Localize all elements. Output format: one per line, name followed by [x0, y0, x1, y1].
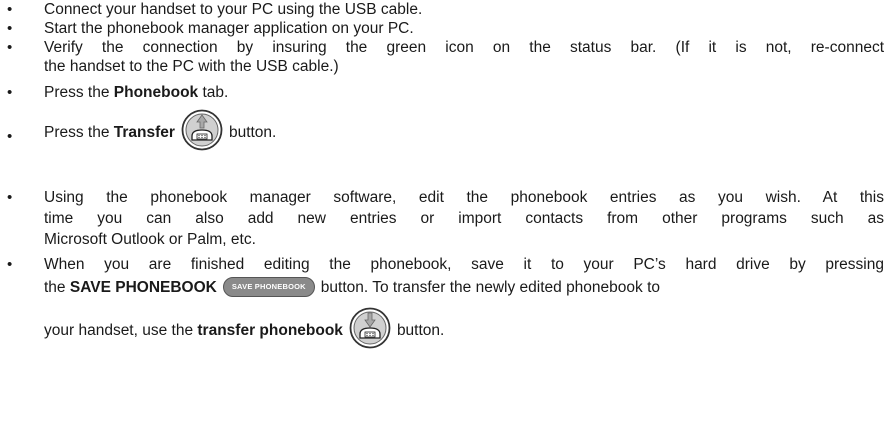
step-text: your handset, use the — [44, 321, 198, 339]
save-phonebook-label: SAVE PHONEBOOK — [69, 278, 217, 296]
step-text: tab. — [198, 84, 229, 101]
step-save-line-2: the SAVE PHONEBOOK SAVE PHONEBOOK button… — [44, 274, 884, 300]
transfer-phonebook-label: transfer phonebook — [197, 321, 343, 339]
step-connect-usb: Connect your handset to your PC using th… — [44, 1, 423, 18]
step-text: button. — [396, 321, 445, 339]
step-start-manager: Start the phonebook manager application … — [44, 20, 414, 37]
transfer-phone-up-icon — [181, 109, 223, 156]
step-verify-line-2: the handset to the PC with the USB cable… — [44, 58, 339, 75]
bullet: • — [7, 128, 13, 145]
step-text: the — [44, 278, 70, 296]
bullet: • — [7, 39, 13, 56]
bullet: • — [7, 20, 13, 37]
transfer-label: Transfer — [113, 123, 175, 141]
step-edit-line-2: time you can also add new entries or imp… — [44, 210, 884, 227]
step-save-line-3: your handset, use the transfer phonebook… — [44, 307, 884, 354]
step-edit-line-1: Using the phonebook manager software, ed… — [44, 189, 884, 206]
step-save-line-1: When you are finished editing the phoneb… — [44, 256, 884, 273]
bullet: • — [7, 1, 13, 18]
step-verify-line-1: Verify the connection by insuring the gr… — [44, 39, 884, 56]
step-edit-line-3: Microsoft Outlook or Palm, etc. — [44, 231, 256, 248]
step-text: button. To transfer the newly edited pho… — [320, 278, 661, 296]
step-text: Press the — [44, 123, 114, 141]
step-text: Press the — [44, 84, 114, 101]
step-press-phonebook: Press the Phonebook tab. — [44, 83, 884, 102]
step-text: button. — [228, 123, 277, 141]
phonebook-tab-label: Phonebook — [113, 84, 199, 101]
bullet: • — [7, 84, 13, 101]
transfer-phone-down-icon — [349, 307, 391, 354]
save-phonebook-button[interactable]: SAVE PHONEBOOK — [222, 277, 315, 297]
bullet: • — [7, 189, 13, 206]
bullet: • — [7, 256, 13, 273]
step-press-transfer: Press the Transfer button. — [44, 109, 884, 156]
